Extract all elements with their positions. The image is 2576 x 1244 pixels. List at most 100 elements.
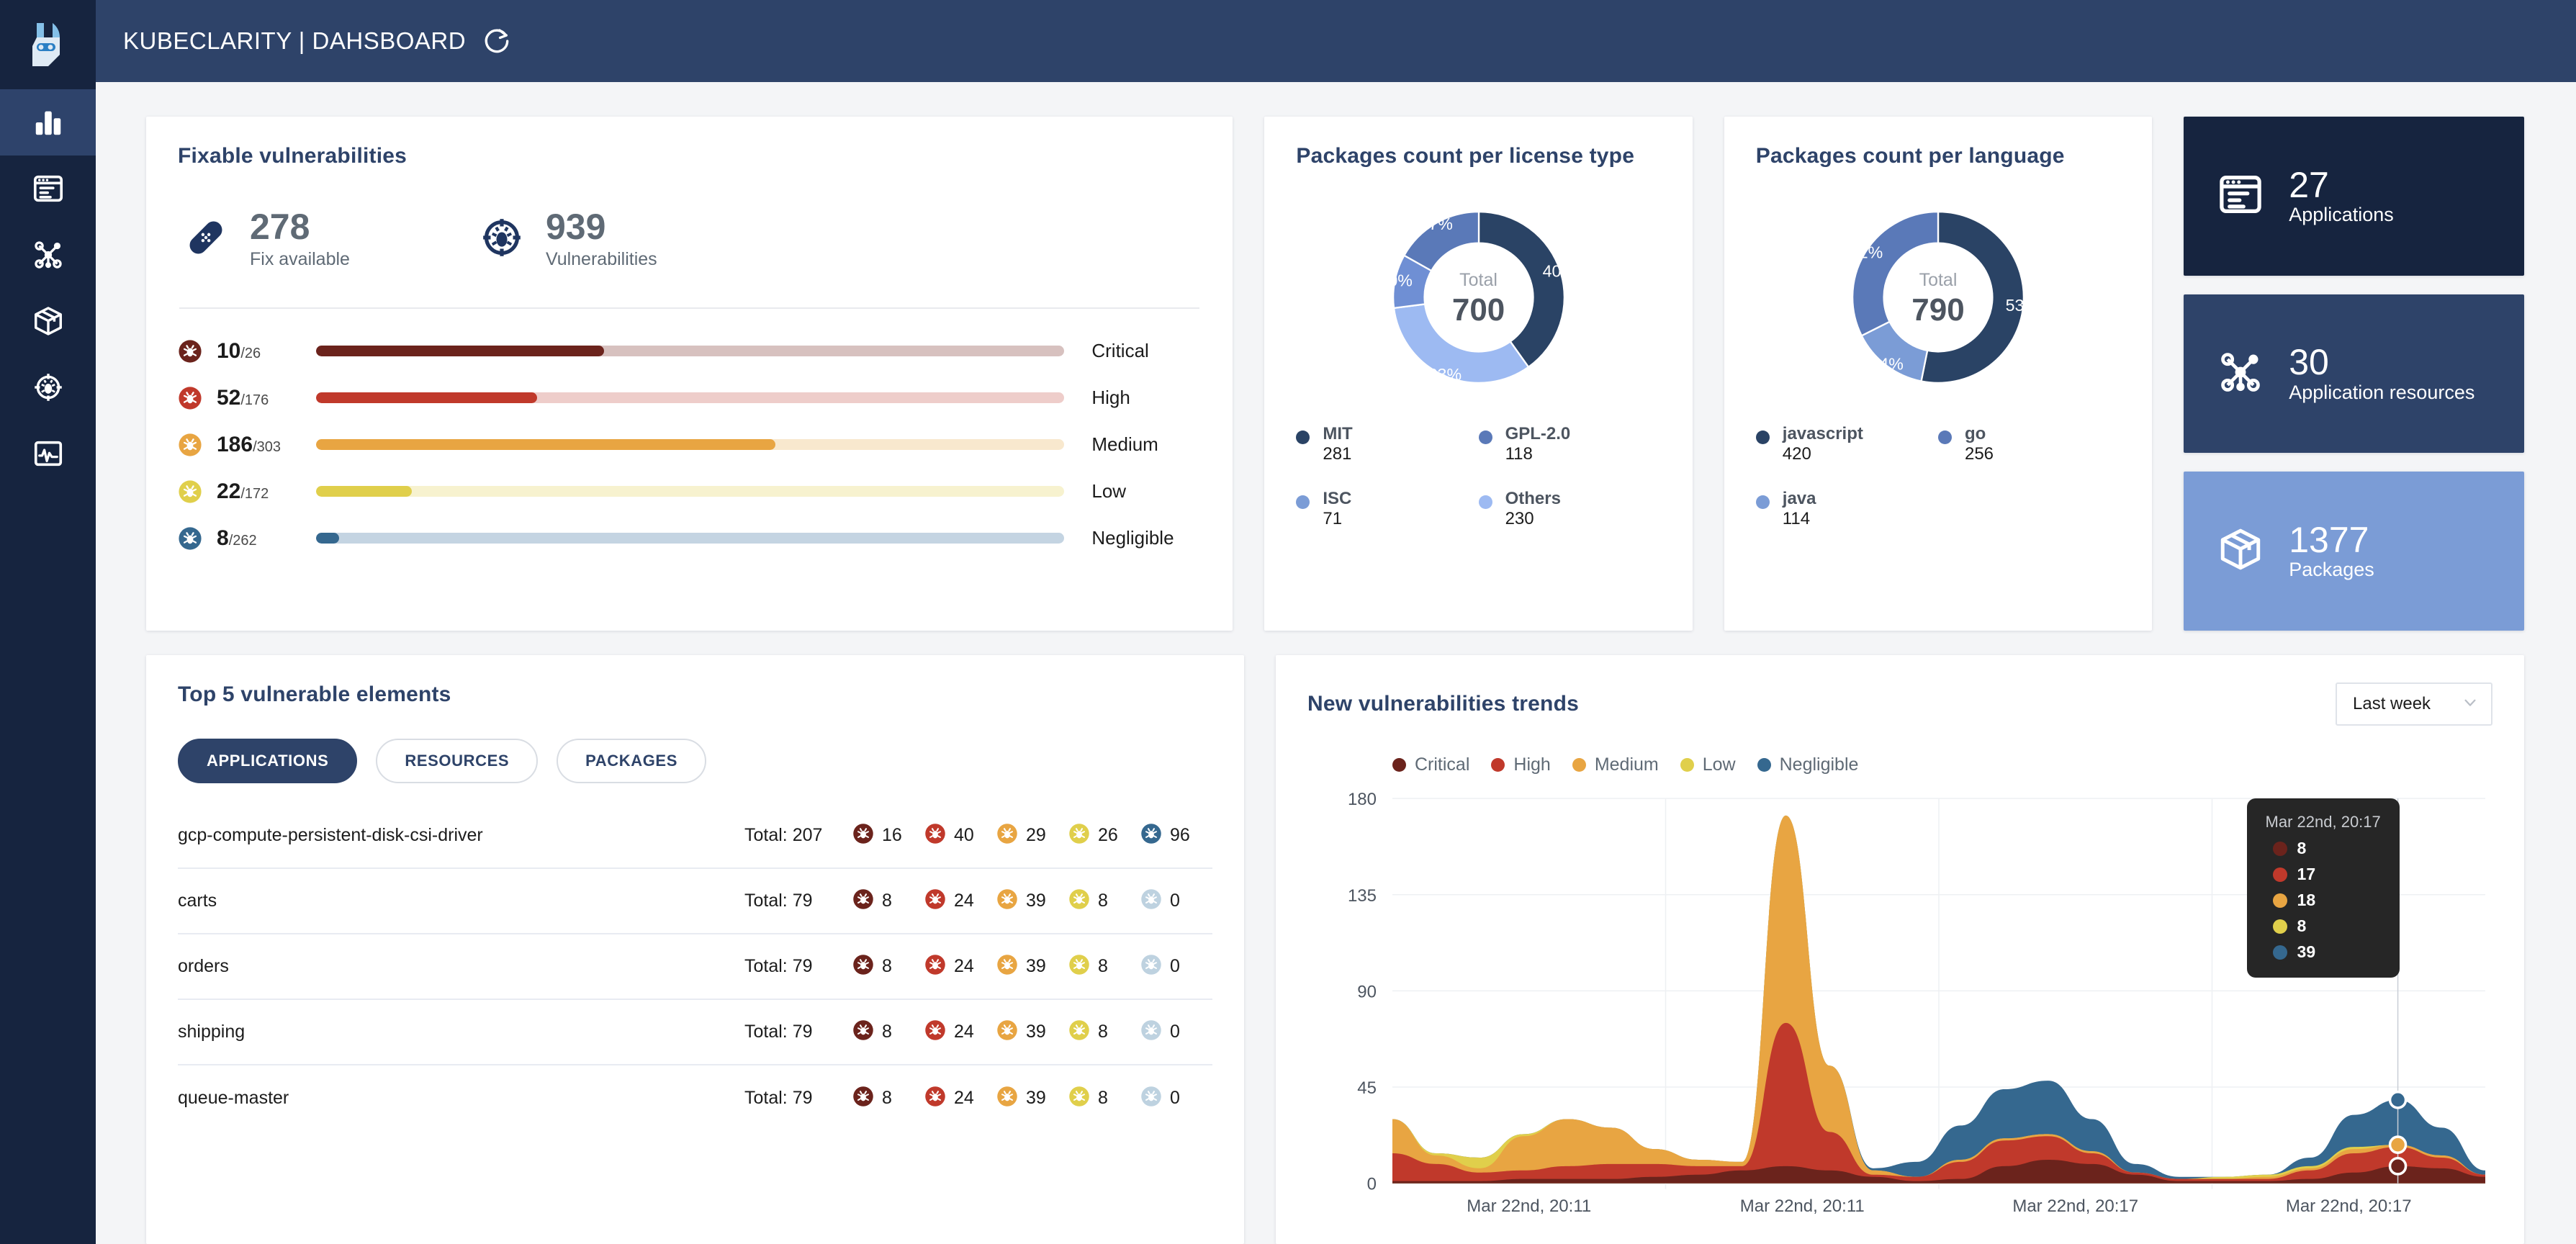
severity-bug-icon (1140, 888, 1162, 914)
y-axis-tick: 0 (1367, 1175, 1377, 1194)
chart-legend-item[interactable]: Critical (1392, 754, 1469, 775)
legend-value: 71 (1323, 509, 1342, 528)
top5-tabs: APPLICATIONS RESOURCES PACKAGES (178, 739, 1212, 783)
severity-count-cell: 39 (996, 954, 1053, 979)
chart-legend-item[interactable]: Medium (1572, 754, 1659, 775)
severity-count-cell: 8 (1068, 1019, 1125, 1045)
legend-item: javascript 420 (1756, 424, 1938, 464)
legend-name: ISC (1323, 489, 1351, 508)
sidebar-item-application-resources[interactable] (0, 222, 96, 288)
time-range-select[interactable]: Last week (2336, 682, 2492, 726)
severity-count-value: 0 (1170, 956, 1180, 977)
severity-row: 8/262 Negligible (178, 515, 1201, 562)
y-axis-tick: 45 (1357, 1078, 1377, 1098)
sidebar-item-vulnerabilities[interactable] (0, 354, 96, 420)
table-row[interactable]: orders Total: 79 8 24 39 8 0 (178, 934, 1212, 1000)
language-legend: javascript 420 go 256 java 114 (1756, 424, 2120, 529)
stat-card-application-resources[interactable]: 30 Application resources (2184, 294, 2524, 454)
vulnerabilities-stat: 939 Vulnerabilities (479, 209, 657, 270)
severity-bug-icon (1140, 954, 1162, 979)
fix-available-value: 278 (250, 209, 350, 245)
page-title: KUBECLARITY | DAHSBOARD (123, 27, 466, 55)
severity-bug-icon (1068, 1086, 1090, 1111)
severity-progress-bar (316, 439, 1064, 450)
data-point-marker[interactable] (2390, 1092, 2406, 1108)
legend-color-dot (1756, 431, 1770, 444)
table-row[interactable]: gcp-compute-persistent-disk-csi-driver To… (178, 803, 1212, 869)
language-total-value: 790 (1911, 292, 1964, 328)
tooltip-value: 8 (2297, 916, 2307, 936)
severity-label: Medium (1064, 433, 1201, 456)
data-point-marker[interactable] (2390, 1137, 2406, 1153)
top5-tab-packages[interactable]: PACKAGES (557, 739, 706, 783)
severity-count: 22/172 (208, 479, 316, 504)
legend-value: 118 (1505, 444, 1533, 464)
main-area: KUBECLARITY | DAHSBOARD Fixable vulnerab… (96, 0, 2576, 1244)
severity-count-value: 8 (882, 891, 892, 911)
severity-count-cell: 40 (924, 823, 981, 848)
severity-bug-icon (924, 1019, 946, 1045)
sidebar-item-packages[interactable] (0, 288, 96, 354)
top5-tab-applications[interactable]: APPLICATIONS (178, 739, 357, 783)
severity-bug-icon (1140, 823, 1162, 848)
severity-count-value: 0 (1170, 1088, 1180, 1109)
severity-bug-icon (996, 1019, 1018, 1045)
legend-label: Low (1703, 754, 1736, 775)
vulnerabilities-label: Vulnerabilities (546, 249, 657, 270)
sidebar-item-dashboard[interactable] (0, 89, 96, 156)
severity-bug-icon (924, 954, 946, 979)
severity-label: Low (1064, 480, 1201, 502)
y-axis-tick: 135 (1348, 886, 1377, 906)
x-axis-label: Mar 22nd, 20:17 (1939, 1196, 2212, 1217)
chart-legend-item[interactable]: High (1491, 754, 1550, 775)
severity-bug-icon (1068, 823, 1090, 848)
network-nodes-icon (32, 238, 65, 271)
severity-label: Critical (1064, 340, 1201, 362)
stat-card-applications[interactable]: 27 Applications (2184, 117, 2524, 276)
data-point-marker[interactable] (2390, 1158, 2406, 1174)
severity-row: 52/176 High (178, 374, 1201, 421)
refresh-icon[interactable] (482, 26, 512, 56)
license-total-label: Total (1459, 270, 1498, 291)
severity-bug-icon (996, 954, 1018, 979)
severity-count-cell: 24 (924, 954, 981, 979)
tooltip-color-dot (2273, 945, 2287, 960)
license-legend: MIT 281 GPL-2.0 118 ISC 71 Others 230 (1296, 424, 1660, 529)
severity-count-value: 0 (1170, 891, 1180, 911)
chart-legend-item[interactable]: Low (1680, 754, 1736, 775)
sidebar-item-applications[interactable] (0, 156, 96, 222)
chart-legend-item[interactable]: Negligible (1757, 754, 1859, 775)
severity-bug-icon (852, 1019, 874, 1045)
severity-count-cell: 26 (1068, 823, 1125, 848)
legend-name: MIT (1323, 424, 1352, 443)
severity-count-cell: 39 (996, 888, 1053, 914)
table-row[interactable]: carts Total: 79 8 24 39 8 0 (178, 869, 1212, 934)
stat-card-packages[interactable]: 1377 Packages (2184, 472, 2524, 631)
fixable-vulnerabilities-card: Fixable vulnerabilities 278 Fix availabl… (146, 117, 1233, 631)
table-row[interactable]: queue-master Total: 79 8 24 39 8 0 (178, 1065, 1212, 1131)
chart-tooltip: Mar 22nd, 20:17 8 17 18 8 39 (2247, 798, 2400, 978)
severity-count-value: 96 (1170, 825, 1190, 846)
kubeclarity-logo-icon[interactable] (0, 0, 96, 89)
language-donut-card: Packages count per language 53% 14% 32% To… (1724, 117, 2152, 631)
severity-bug-icon (1068, 954, 1090, 979)
table-row[interactable]: shipping Total: 79 8 24 39 8 0 (178, 1000, 1212, 1065)
severity-count-value: 39 (1026, 891, 1046, 911)
legend-color-dot (1491, 758, 1505, 772)
fix-available-label: Fix available (250, 249, 350, 270)
sidebar-item-runtime-scan[interactable] (0, 420, 96, 487)
severity-count-cell: 96 (1140, 823, 1197, 848)
fixable-summary: 278 Fix available 939 Vulnerabilities (178, 168, 1201, 270)
legend-color-dot (1479, 495, 1492, 509)
severity-bug-icon (1068, 1019, 1090, 1045)
fix-available-stat: 278 Fix available (184, 209, 350, 270)
dashboard-content: Fixable vulnerabilities 278 Fix availabl… (96, 82, 2576, 1244)
top5-vulnerable-elements-card: Top 5 vulnerable elements APPLICATIONS RE… (146, 655, 1244, 1244)
sidebar-nav (0, 89, 96, 487)
legend-item: go 256 (1938, 424, 2120, 464)
severity-count-cell: 24 (924, 888, 981, 914)
top5-tab-resources[interactable]: RESOURCES (376, 739, 538, 783)
legend-name: java (1783, 489, 1816, 508)
severity-count-cell: 29 (996, 823, 1053, 848)
package-box-icon (32, 305, 65, 338)
